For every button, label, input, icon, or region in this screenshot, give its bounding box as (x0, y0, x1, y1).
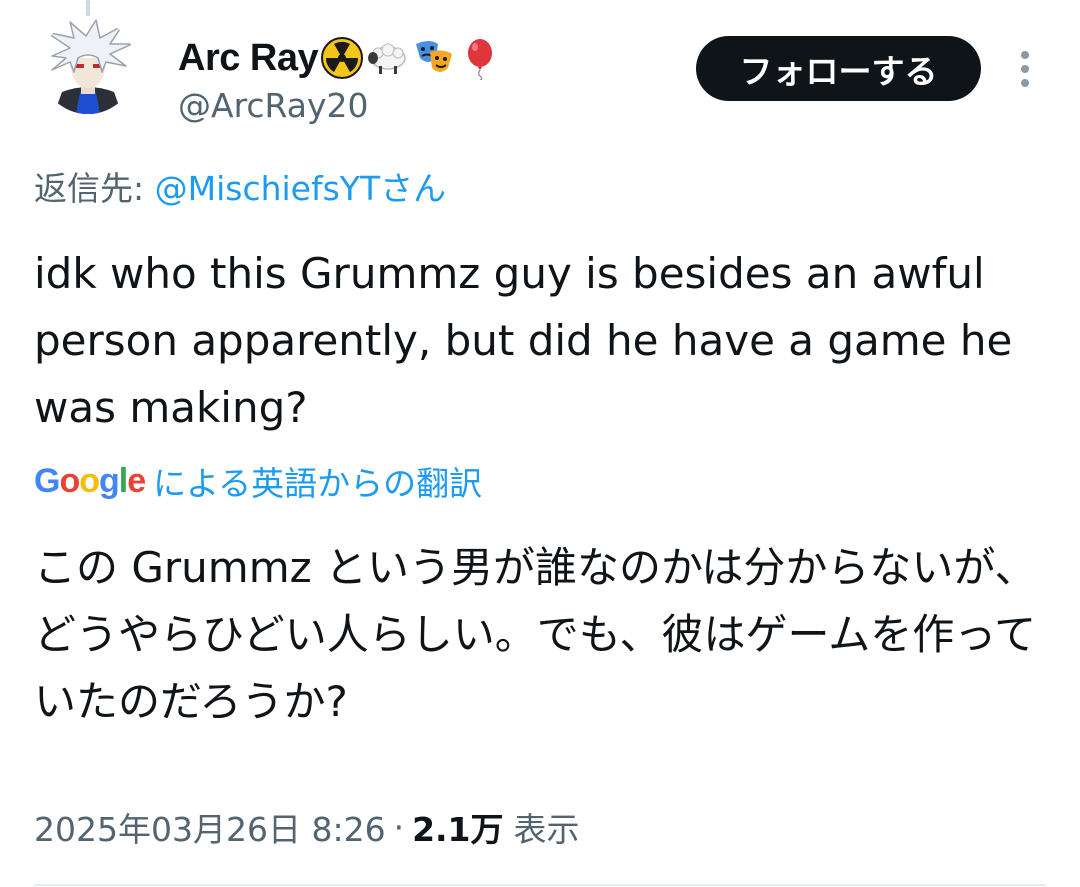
translation-label[interactable]: による英語からの翻訳 (153, 457, 482, 505)
tweet-meta: 2025年03月26日 8:26 · 2.1万 表示 (34, 800, 580, 854)
views-count: 2.1万 (412, 810, 504, 849)
views-label: 表示 (513, 810, 580, 849)
reply-to-line: 返信先: @MischiefsYTさん (34, 162, 446, 210)
sheep-emoji (368, 43, 406, 74)
tweet-text: idk who this Grummz guy is besides an aw… (34, 249, 1013, 432)
google-logo-letter: l (118, 461, 129, 500)
radioactive-emoji (321, 37, 364, 79)
meta-separator: · (393, 807, 405, 847)
performing-arts-emoji (416, 41, 453, 72)
google-logo-letter: e (127, 461, 146, 500)
google-logo: Google (34, 461, 146, 501)
author-handle[interactable]: @ArcRay20 (178, 86, 369, 125)
more-options-button[interactable] (1008, 44, 1042, 94)
translated-text: この Grummz という男が誰なのかは分からないが、どうやらひどい人らしい。で… (34, 543, 1037, 726)
thread-connector-line (86, 0, 90, 16)
translation-attribution[interactable]: Google による英語からの翻訳 (34, 456, 482, 506)
google-logo-letter: G (34, 461, 60, 500)
google-logo-letter: o (79, 461, 100, 500)
author-display-name[interactable]: Arc Ray (178, 37, 319, 80)
reply-suffix: さん (380, 169, 447, 208)
divider (34, 884, 1046, 886)
reply-mention-link[interactable]: @MischiefsYT (155, 169, 381, 208)
balloon-emoji (468, 39, 493, 80)
google-logo-letter: o (59, 461, 80, 500)
avatar[interactable] (40, 18, 136, 114)
timestamp-link[interactable]: 2025年03月26日 8:26 (34, 803, 386, 851)
google-logo-letter: g (99, 461, 120, 500)
reply-prefix: 返信先: (34, 169, 155, 208)
author-name-row[interactable]: Arc Ray (178, 30, 502, 86)
follow-button[interactable]: フォローする (696, 36, 981, 101)
avatar-image (40, 18, 136, 114)
more-vertical-icon (1021, 51, 1029, 87)
